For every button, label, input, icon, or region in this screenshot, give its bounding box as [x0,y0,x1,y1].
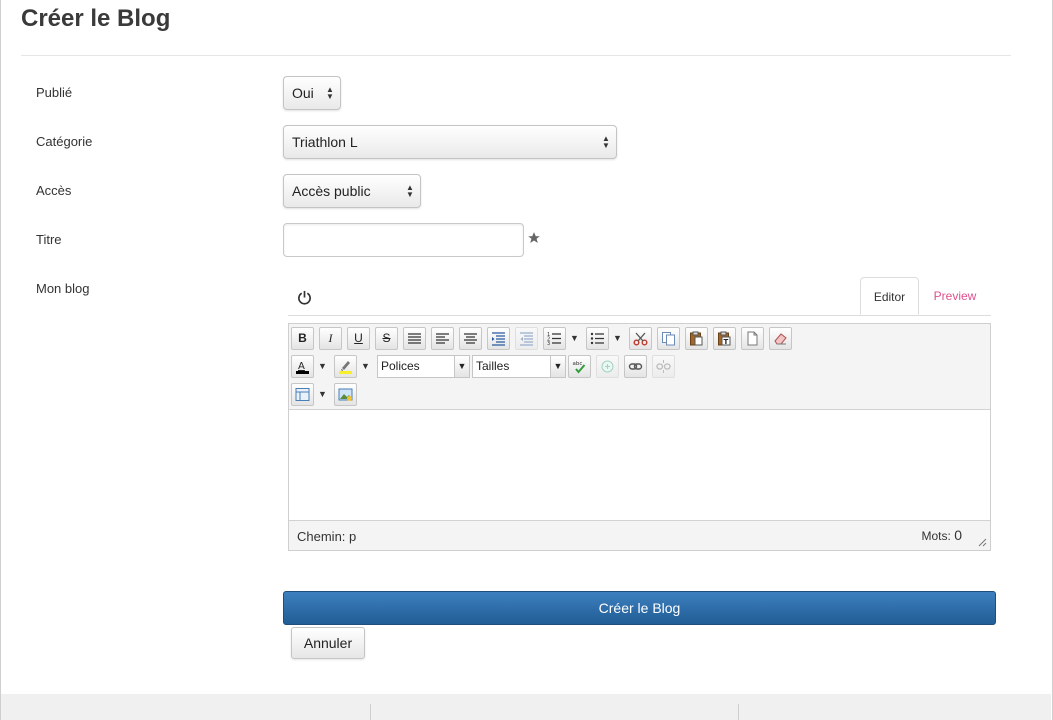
ordered-list-icon: 123 [547,332,561,346]
copy-icon [662,332,675,346]
category-select-value: Triathlon L [292,134,358,150]
select-arrows-icon: ▲ ▼ [602,134,610,150]
spellcheck-button[interactable]: abc [568,355,591,378]
font-size-value: Tailles [476,359,510,373]
paste-button[interactable] [685,327,708,350]
outdent-button[interactable] [515,327,538,350]
indent-button[interactable] [487,327,510,350]
star-icon [528,232,540,243]
words-value: 0 [954,527,962,543]
path-label: Chemin: [297,529,346,544]
italic-button[interactable]: I [319,327,342,350]
unlink-icon [656,360,671,373]
footer-divider [738,704,739,720]
page-footer [1,694,1051,720]
spellcheck-icon: abc [573,361,586,374]
access-select[interactable]: Accès public ▲ ▼ [283,174,421,208]
published-select-value: Oui [292,85,314,101]
table-icon [295,388,310,401]
paste-text-icon: T [718,331,731,346]
path-value[interactable]: p [349,529,356,544]
highlight-color-button[interactable] [334,355,357,378]
unordered-list-button[interactable] [586,327,609,350]
paste-text-button[interactable]: T [713,327,736,350]
editor-tabs: Editor Preview [288,277,991,316]
blog-label: Mon blog [36,281,90,296]
underline-button[interactable]: U [347,327,370,350]
insert-image-button[interactable] [334,383,357,406]
text-color-icon: A [296,361,309,374]
editor-content-area[interactable] [289,409,990,521]
editor-status-path: Chemin: p [297,529,356,544]
select-arrows-icon: ▲ ▼ [406,183,414,199]
align-justify-icon [408,333,421,344]
new-document-button[interactable] [741,327,764,350]
chevron-down-icon: ▼ [454,356,469,377]
unlink-button[interactable] [652,355,675,378]
image-icon [338,388,353,401]
svg-text:T: T [724,338,729,346]
tab-editor[interactable]: Editor [860,277,919,315]
svg-text:A: A [298,361,305,372]
cut-button[interactable] [629,327,652,350]
words-label: Mots: [921,529,951,543]
remove-format-button[interactable] [769,327,792,350]
insert-table-button[interactable] [291,383,314,406]
select-arrows-icon: ▲ ▼ [326,85,334,101]
eraser-icon [774,333,787,345]
access-label: Accès [36,183,72,198]
page-title: Créer le Blog [21,5,171,32]
scissors-icon [633,332,648,346]
chevron-down-icon: ▼ [550,356,565,377]
title-divider [21,55,1011,56]
svg-text:3: 3 [547,341,550,346]
highlighter-icon [339,361,352,374]
insert-table-dropdown-icon[interactable]: ▼ [316,383,329,406]
align-left-button[interactable] [431,327,454,350]
category-select[interactable]: Triathlon L ▲ ▼ [283,125,617,159]
unordered-list-icon [590,332,604,345]
paste-icon [690,331,703,346]
unordered-list-dropdown-icon[interactable]: ▼ [611,327,624,350]
title-label: Titre [36,232,62,247]
strikethrough-button[interactable]: S [375,327,398,350]
copy-button[interactable] [657,327,680,350]
align-center-button[interactable] [459,327,482,350]
link-icon [628,363,643,370]
font-size-select[interactable]: Tailles ▼ [472,355,566,378]
access-select-value: Accès public [292,183,371,199]
highlight-color-dropdown-icon[interactable]: ▼ [359,355,372,378]
anchor-icon [601,360,614,373]
footer-divider [370,704,371,720]
ordered-list-dropdown-icon[interactable]: ▼ [568,327,581,350]
title-input[interactable] [283,223,524,257]
resize-handle-icon[interactable] [977,537,987,547]
font-family-value: Polices [381,359,420,373]
new-document-icon [747,331,758,346]
text-color-button[interactable]: A [291,355,314,378]
bold-button[interactable]: B [291,327,314,350]
ordered-list-button[interactable]: 123 [543,327,566,350]
align-center-icon [464,333,477,344]
justify-full-button[interactable] [403,327,426,350]
published-select[interactable]: Oui ▲ ▼ [283,76,341,110]
indent-icon [492,332,505,346]
text-color-dropdown-icon[interactable]: ▼ [316,355,329,378]
svg-text:abc: abc [573,361,583,367]
published-label: Publié [36,85,73,100]
rich-text-editor: B I U S 123 ▼ ▼ T A ▼ ▼ Polices ▼ Taille… [288,323,991,551]
create-blog-button[interactable]: Créer le Blog [283,591,996,625]
insert-link-button[interactable] [624,355,647,378]
align-left-icon [436,333,449,344]
category-label: Catégorie [36,134,93,149]
anchor-button[interactable] [596,355,619,378]
outdent-icon [520,332,533,346]
font-family-select[interactable]: Polices ▼ [377,355,470,378]
tab-preview[interactable]: Preview [921,277,989,315]
power-icon[interactable] [297,290,312,305]
editor-word-count: Mots: 0 [922,527,962,543]
cancel-button[interactable]: Annuler [291,627,365,659]
